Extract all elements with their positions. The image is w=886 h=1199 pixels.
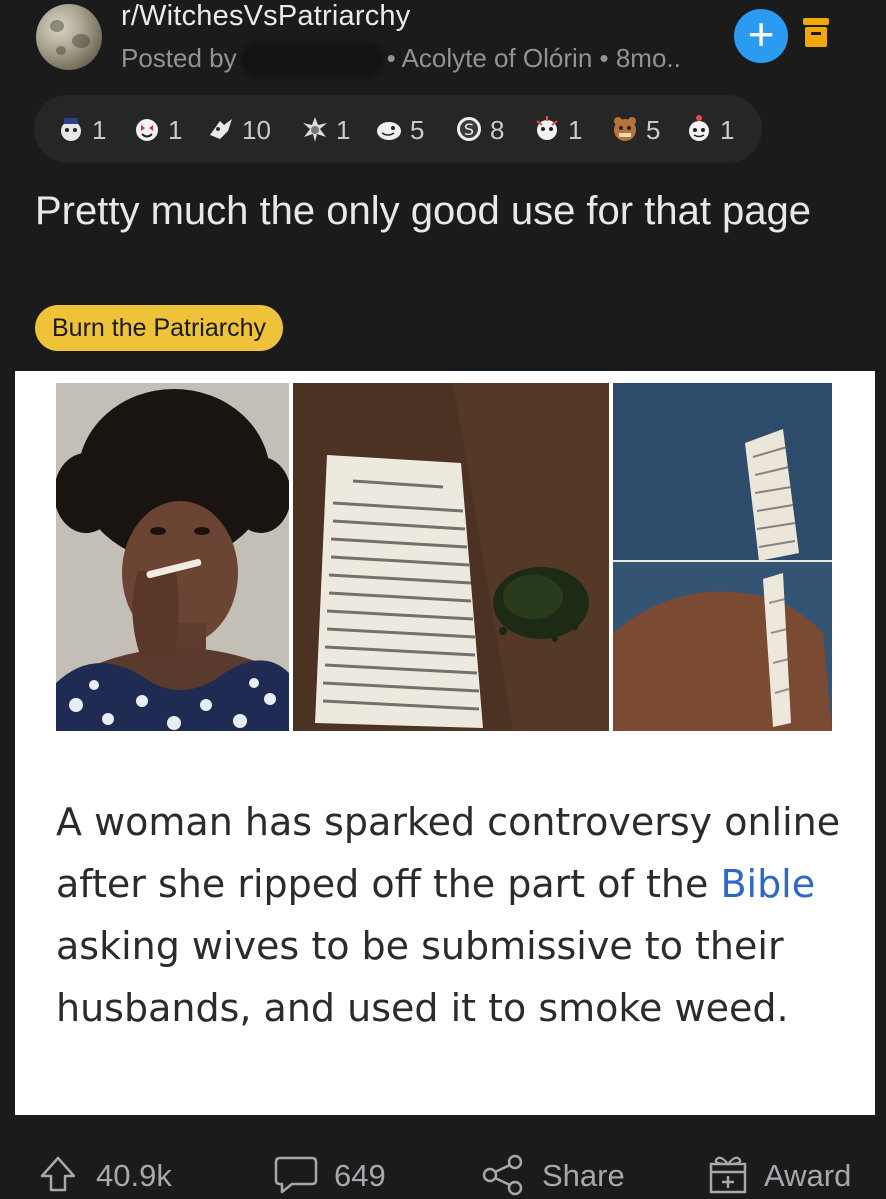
caption-text-after: asking wives to be submissive to their h… xyxy=(56,924,789,1030)
post-meta: Posted by • Acolyte of Olórin • 8mo.. xyxy=(121,42,681,78)
posted-by-label: Posted by xyxy=(121,42,237,73)
photo-rolled-joint xyxy=(613,383,832,731)
post-header: r/WitchesVsPatriarchy Posted by • Acolyte… xyxy=(0,0,886,90)
award-icon xyxy=(614,117,636,141)
comment-count: 649 xyxy=(334,1158,386,1193)
subreddit-name[interactable]: r/WitchesVsPatriarchy xyxy=(121,0,410,33)
upvote-count: 40.9k xyxy=(96,1158,172,1193)
award-count: 1 xyxy=(92,115,107,145)
post-flair[interactable]: Burn the Patriarchy xyxy=(35,305,283,351)
award-count: 1 xyxy=(720,115,735,145)
comment-bubble-icon xyxy=(274,1156,318,1194)
award-icon xyxy=(303,117,327,142)
award-icon xyxy=(689,115,709,141)
redacted-username xyxy=(240,42,383,78)
article-caption: A woman has sparked controversy online a… xyxy=(56,791,846,1039)
award-count: 1 xyxy=(168,115,183,145)
subreddit-avatar[interactable] xyxy=(36,4,102,70)
award-icon xyxy=(136,119,158,141)
caption-bible-link: Bible xyxy=(720,862,816,906)
archive-icon[interactable] xyxy=(803,18,829,48)
award-icon xyxy=(377,122,401,140)
user-flair-and-age: • Acolyte of Olórin • 8mo.. xyxy=(386,42,681,73)
award-label: Award xyxy=(764,1158,852,1193)
upvote-arrow-icon xyxy=(40,1156,76,1192)
award-count: 10 xyxy=(242,115,271,145)
photo-torn-page xyxy=(293,383,609,731)
award-icon: S xyxy=(457,117,481,141)
award-icon xyxy=(536,116,558,140)
post-image[interactable]: A woman has sparked controversy online a… xyxy=(15,371,875,1115)
share-icon xyxy=(482,1154,523,1196)
post-title[interactable]: Pretty much the only good use for that p… xyxy=(35,186,835,237)
svg-text:S: S xyxy=(464,120,474,139)
post-actions-bar: 40.9k 649 Share Award xyxy=(0,1140,886,1199)
gift-icon xyxy=(709,1156,747,1194)
join-button[interactable]: + xyxy=(734,9,788,63)
awards-bar[interactable]: 1 1 10 1 5 S 8 1 5 1 xyxy=(34,95,762,163)
award-count: 1 xyxy=(336,115,351,145)
award-count: 5 xyxy=(410,115,425,145)
award-count: 1 xyxy=(568,115,583,145)
photo-woman-smoking xyxy=(56,383,289,731)
award-count: 8 xyxy=(490,115,505,145)
award-icon xyxy=(61,118,81,141)
share-label: Share xyxy=(542,1158,625,1193)
award-count: 5 xyxy=(646,115,661,145)
award-icon xyxy=(210,119,232,139)
